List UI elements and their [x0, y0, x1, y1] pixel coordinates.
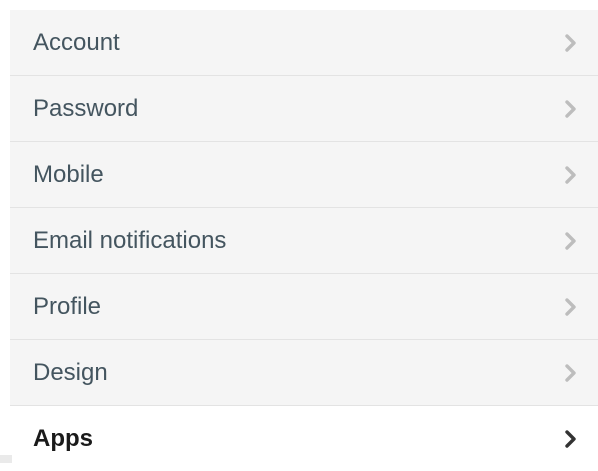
menu-item-label: Email notifications	[33, 227, 227, 254]
menu-item-design[interactable]: Design	[10, 340, 598, 406]
menu-item-label: Profile	[33, 293, 102, 320]
menu-item-label: Design	[33, 359, 108, 386]
chevron-right-icon	[565, 232, 577, 250]
menu-item-apps[interactable]: Apps	[10, 406, 598, 471]
menu-item-password[interactable]: Password	[10, 76, 598, 142]
menu-item-account[interactable]: Account	[10, 10, 598, 76]
chevron-right-icon	[565, 34, 577, 52]
menu-item-label: Password	[33, 95, 139, 122]
chevron-right-icon	[565, 364, 577, 382]
settings-menu: Account Password Mobile Email notificati…	[10, 10, 598, 471]
menu-item-label: Account	[33, 29, 120, 56]
menu-item-email-notifications[interactable]: Email notifications	[10, 208, 598, 274]
menu-item-profile[interactable]: Profile	[10, 274, 598, 340]
chevron-right-icon	[565, 430, 577, 448]
edge-shadow	[0, 455, 12, 463]
chevron-right-icon	[565, 100, 577, 118]
menu-item-label: Mobile	[33, 161, 104, 188]
menu-item-label: Apps	[33, 425, 93, 452]
chevron-right-icon	[565, 166, 577, 184]
menu-item-mobile[interactable]: Mobile	[10, 142, 598, 208]
chevron-right-icon	[565, 298, 577, 316]
